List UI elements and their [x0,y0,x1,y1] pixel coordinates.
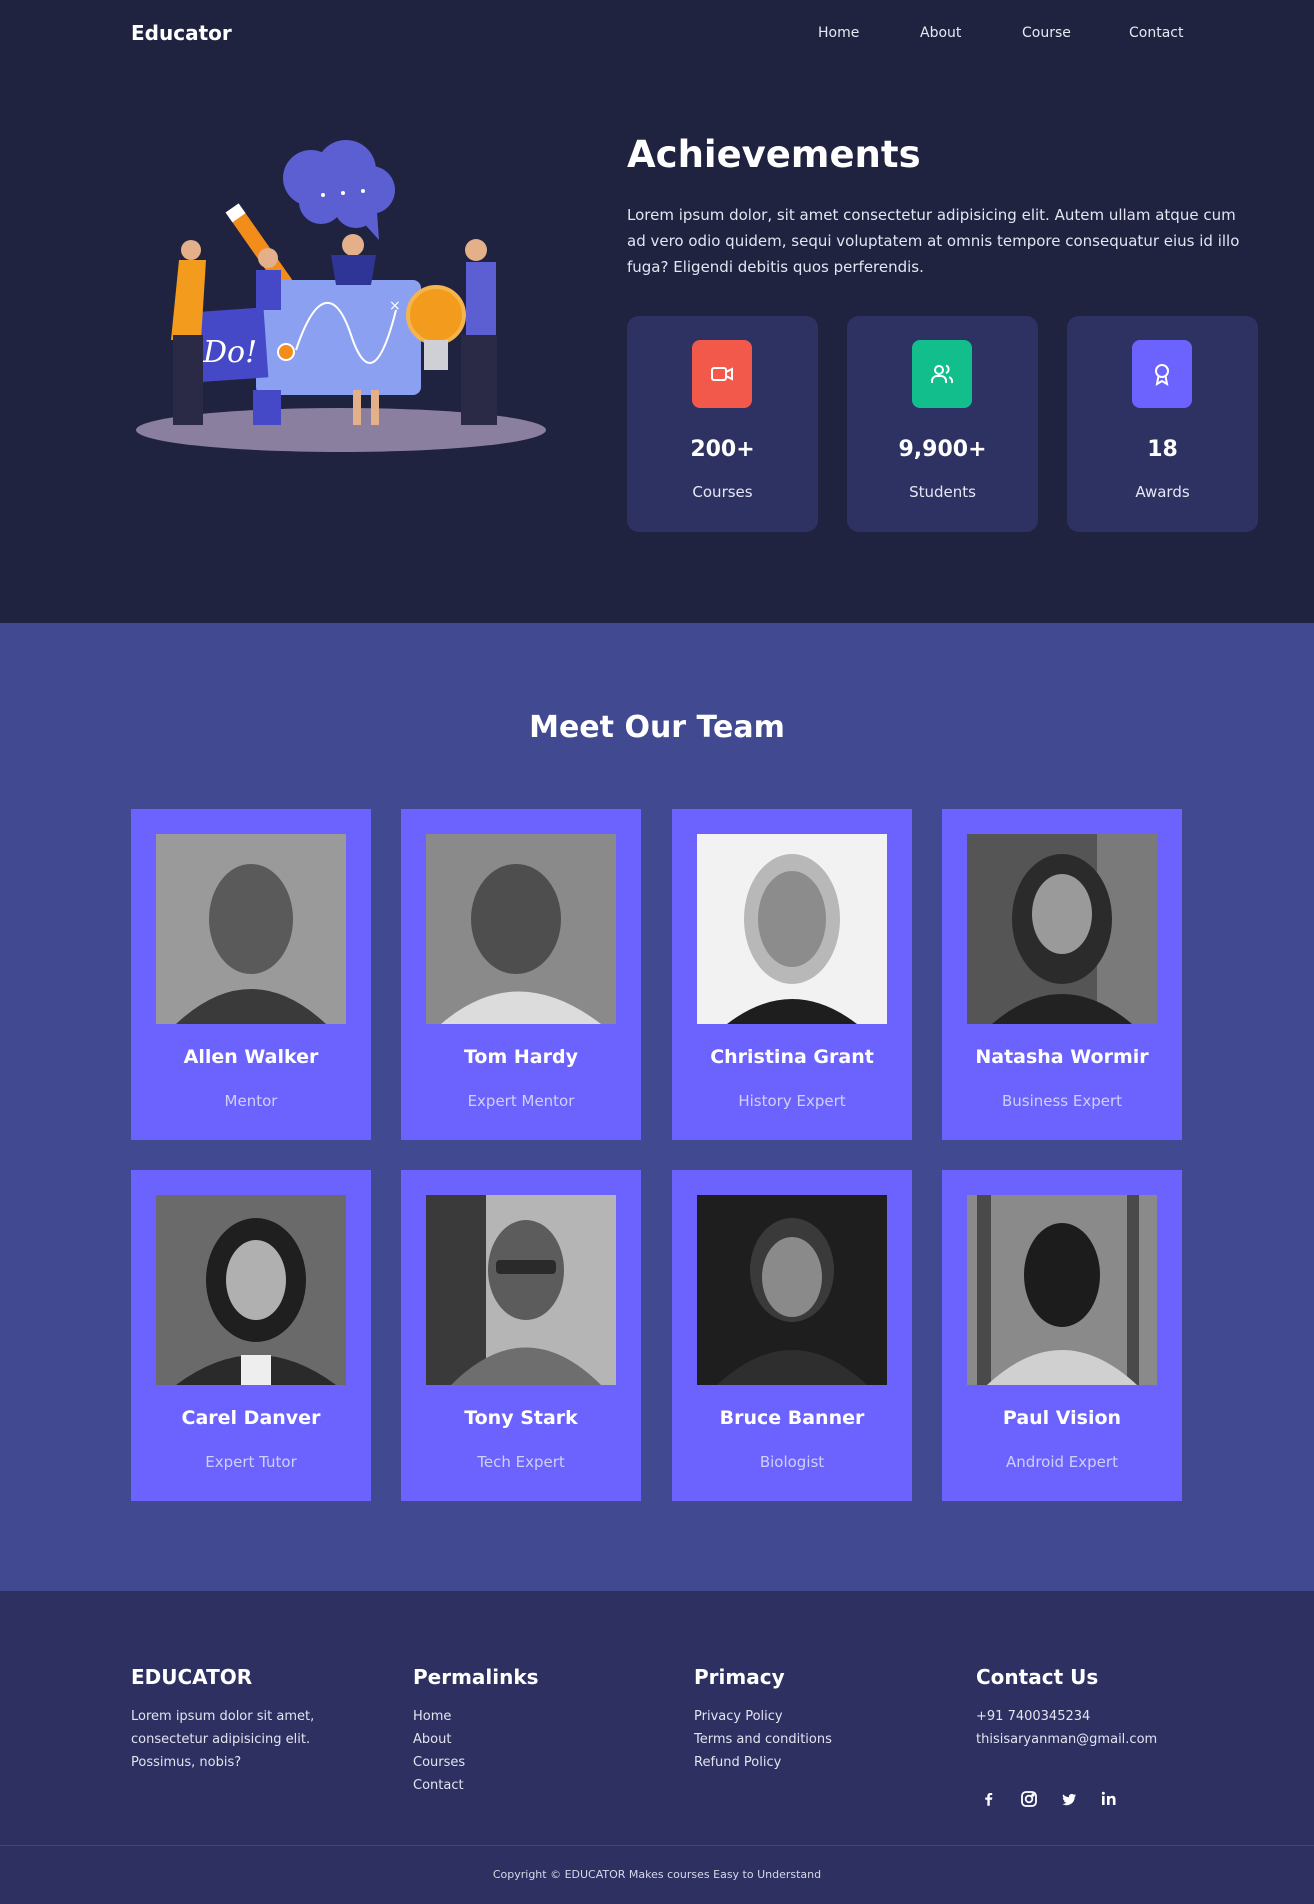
member-photo [156,1195,346,1385]
team-section: Meet Our Team Allen Walker Mentor Tom Ha… [0,623,1314,1591]
team-card[interactable]: Allen Walker Mentor [131,809,371,1140]
stat-label: Courses [692,483,753,501]
footer-permalinks-title: Permalinks [413,1665,539,1689]
footer-link-about[interactable]: About [413,1728,539,1751]
member-name: Tony Stark [464,1407,578,1429]
member-role: Android Expert [1006,1453,1118,1471]
linkedin-icon[interactable] [1097,1787,1121,1811]
twitter-icon[interactable] [1057,1787,1081,1811]
member-role: Mentor [224,1092,278,1110]
footer-email[interactable]: thisisaryanman@gmail.com [976,1728,1157,1751]
team-title: Meet Our Team [529,710,785,745]
footer-link-contact[interactable]: Contact [413,1774,539,1797]
member-photo [967,834,1157,1024]
footer-divider [0,1845,1314,1846]
member-role: Expert Mentor [467,1092,575,1110]
video-camera-icon [692,340,752,408]
nav-home[interactable]: Home [818,25,859,41]
footer-brand: EDUCATOR Lorem ipsum dolor sit amet, con… [131,1665,351,1774]
member-name: Bruce Banner [719,1407,865,1429]
nav-contact[interactable]: Contact [1129,25,1183,41]
illustration-sign-text: Do! [202,335,257,370]
stat-value: 18 [1147,437,1178,462]
nav-about[interactable]: About [920,25,961,41]
footer-brand-text: Lorem ipsum dolor sit amet, consectetur … [131,1709,315,1770]
footer-link-home[interactable]: Home [413,1705,539,1728]
facebook-icon[interactable] [977,1787,1001,1811]
site-footer: EDUCATOR Lorem ipsum dolor sit amet, con… [0,1591,1314,1904]
member-role: History Expert [738,1092,846,1110]
footer-primacy: Primacy Privacy Policy Terms and conditi… [694,1665,832,1774]
team-card[interactable]: Carel Danver Expert Tutor [131,1170,371,1501]
member-name: Christina Grant [710,1046,874,1068]
member-role: Tech Expert [477,1453,565,1471]
svg-text:×: × [389,298,401,314]
member-role: Expert Tutor [205,1453,297,1471]
team-card[interactable]: Christina Grant History Expert [672,809,912,1140]
footer-contact: Contact Us +91 7400345234 thisisaryanman… [976,1665,1157,1751]
stat-value: 200+ [690,437,755,462]
member-photo [697,1195,887,1385]
achievements-title: Achievements [627,133,921,176]
member-role: Business Expert [1001,1092,1123,1110]
users-icon [912,340,972,408]
nav-course[interactable]: Course [1022,25,1071,41]
stat-card-courses: 200+ Courses [627,316,818,532]
copyright-text: Copyright © EDUCATOR Makes courses Easy … [492,1868,822,1881]
footer-link-courses[interactable]: Courses [413,1751,539,1774]
footer-primacy-title: Primacy [694,1665,785,1689]
footer-phone[interactable]: +91 7400345234 [976,1705,1157,1728]
award-ribbon-icon [1132,340,1192,408]
team-card[interactable]: Natasha Wormir Business Expert [942,809,1182,1140]
member-photo [426,834,616,1024]
site-header: Educator Home About Course Contact [0,0,1314,68]
site-logo[interactable]: Educator [131,21,232,45]
member-name: Carel Danver [181,1407,321,1429]
stat-label: Students [909,483,976,501]
footer-link-privacy[interactable]: Privacy Policy [694,1705,832,1728]
stat-label: Awards [1135,483,1190,501]
member-photo [967,1195,1157,1385]
stat-card-students: 9,900+ Students [847,316,1038,532]
footer-brand-title: EDUCATOR [131,1665,253,1689]
member-photo [156,834,346,1024]
stat-value: 9,900+ [898,437,987,462]
member-photo [426,1195,616,1385]
member-name: Tom Hardy [464,1046,578,1068]
team-illustration: × Do! [131,140,561,455]
stat-card-awards: 18 Awards [1067,316,1258,532]
footer-link-refund[interactable]: Refund Policy [694,1751,832,1774]
member-photo [697,834,887,1024]
member-role: Biologist [759,1453,825,1471]
member-name: Paul Vision [1002,1407,1122,1429]
footer-permalinks: Permalinks Home About Courses Contact [413,1665,539,1797]
footer-contact-title: Contact Us [976,1665,1099,1689]
team-card[interactable]: Tony Stark Tech Expert [401,1170,641,1501]
team-card[interactable]: Bruce Banner Biologist [672,1170,912,1501]
achievements-section: × Do! Achievements Lorem ipsum dolor, si… [0,68,1314,623]
footer-link-terms[interactable]: Terms and conditions [694,1728,832,1751]
achievements-text: Lorem ipsum dolor, sit amet consectetur … [627,206,1240,276]
member-name: Allen Walker [183,1046,319,1068]
team-card[interactable]: Tom Hardy Expert Mentor [401,809,641,1140]
member-name: Natasha Wormir [975,1046,1149,1068]
instagram-icon[interactable] [1017,1787,1041,1811]
team-card[interactable]: Paul Vision Android Expert [942,1170,1182,1501]
